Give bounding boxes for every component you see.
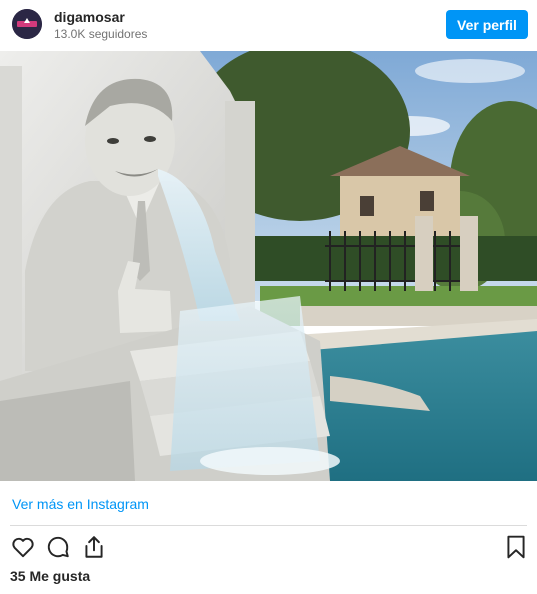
- comment-icon: [45, 534, 71, 560]
- like-count: 35 Me gusta: [10, 568, 91, 584]
- share-icon: [81, 534, 107, 560]
- avatar[interactable]: [12, 9, 42, 39]
- save-button[interactable]: [503, 534, 529, 560]
- view-profile-button[interactable]: Ver perfil: [446, 10, 528, 39]
- share-button[interactable]: [81, 534, 107, 560]
- view-more-link[interactable]: Ver más en Instagram: [12, 496, 149, 512]
- follower-count: 13.0K seguidores: [54, 27, 148, 41]
- heart-icon: [10, 534, 36, 560]
- post-image[interactable]: [0, 51, 537, 481]
- instagram-embed: digamosar 13.0K seguidores Ver perfil Ve…: [0, 0, 537, 594]
- bookmark-icon: [503, 534, 529, 560]
- like-button[interactable]: [10, 534, 36, 560]
- post-header: digamosar 13.0K seguidores Ver perfil: [0, 0, 537, 50]
- comment-button[interactable]: [45, 534, 71, 560]
- username[interactable]: digamosar: [54, 9, 125, 25]
- divider: [10, 525, 527, 526]
